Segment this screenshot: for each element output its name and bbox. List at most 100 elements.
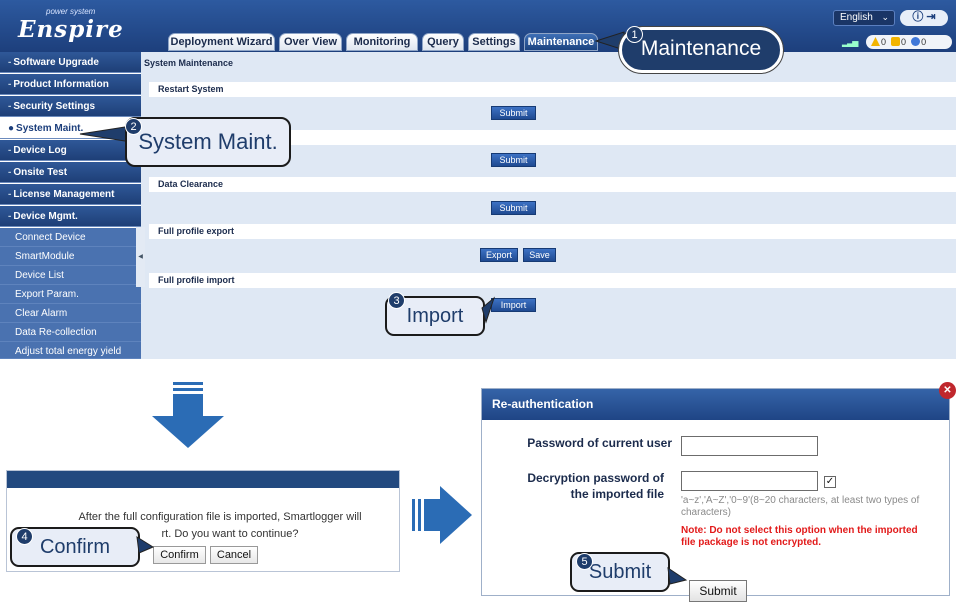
tab-deployment-wizard[interactable]: Deployment Wizard — [168, 33, 275, 51]
sidebar-subitem-data-recollection[interactable]: Data Re-collection — [0, 323, 141, 342]
brand-name: Enspire — [18, 16, 124, 43]
sidebar-item-label: License Management — [13, 189, 115, 200]
clearance-submit-button[interactable]: Submit — [491, 201, 536, 215]
collapse-dash-icon: - — [8, 101, 12, 112]
right-arrow-icon — [412, 486, 472, 544]
callout-text: Confirm — [39, 536, 110, 558]
tab-maintenance[interactable]: Maintenance — [524, 33, 598, 51]
callout-text: Import — [406, 305, 464, 327]
section2-submit-button[interactable]: Submit — [491, 153, 536, 167]
collapse-dash-icon: - — [8, 79, 12, 90]
callout-system-maint: System Maint. — [125, 117, 291, 167]
confirm-message-line1: After the full configuration file is imp… — [78, 511, 362, 523]
sidebar: - Software Upgrade - Product Information -… — [0, 52, 141, 359]
sidebar-subitem-smartmodule[interactable]: SmartModule — [0, 247, 141, 266]
sidebar-item-software-upgrade[interactable]: - Software Upgrade — [0, 52, 141, 73]
decryption-label-line1: Decryption password of — [527, 471, 664, 485]
callout-pointer-5 — [667, 566, 688, 585]
chevron-down-icon: ⌄ — [881, 12, 889, 22]
encryption-note: Note: Do not select this option when the… — [681, 525, 918, 548]
callout-text: Submit — [588, 561, 652, 583]
info-logout-icon[interactable]: ⓘ ⇥ — [912, 11, 935, 23]
language-value: English — [840, 12, 873, 23]
main-content: System Maintenance Restart System Submit… — [141, 52, 956, 359]
sidebar-item-security-settings[interactable]: - Security Settings — [0, 96, 141, 117]
current-password-input[interactable] — [681, 436, 818, 456]
dialog-titlebar — [7, 471, 399, 488]
decryption-label-line2: the imported file — [570, 487, 664, 501]
collapse-dash-icon: - — [8, 145, 12, 156]
minor-alarm-count: 0 — [901, 37, 907, 47]
sidebar-item-label: Software Upgrade — [13, 57, 99, 68]
brand-logo: power system Enspire — [12, 6, 127, 43]
sidebar-subitem-connect-device[interactable]: Connect Device — [0, 228, 141, 247]
close-icon[interactable]: ✕ — [939, 382, 956, 399]
tab-settings[interactable]: Settings — [468, 33, 520, 51]
encrypted-checkbox[interactable]: ✓ — [824, 476, 836, 488]
minor-alarm-icon — [891, 37, 901, 46]
reauth-title: Re-authentication — [482, 389, 949, 420]
step-number-badge: 2 — [125, 118, 142, 135]
sidebar-item-label: Device Log — [13, 145, 67, 156]
sidebar-item-product-information[interactable]: - Product Information — [0, 74, 141, 95]
collapse-dash-icon: - — [8, 57, 12, 68]
current-password-label: Password of current user — [527, 436, 672, 450]
collapse-dash-icon: - — [8, 211, 12, 222]
top-header: power system Enspire English ⌄ ⓘ ⇥ Deplo… — [0, 0, 956, 52]
sidebar-item-onsite-test[interactable]: - Onsite Test — [0, 162, 141, 183]
confirm-button[interactable]: Confirm — [153, 546, 206, 564]
callout-maintenance: Maintenance — [618, 26, 784, 74]
major-alarm-count: 0 — [881, 37, 887, 47]
callout-pointer-3 — [481, 296, 496, 324]
sidebar-item-label: Onsite Test — [13, 167, 68, 178]
restart-submit-button[interactable]: Submit — [491, 106, 536, 120]
sidebar-subitem-adjust-energy-yield[interactable]: Adjust total energy yield — [0, 342, 141, 359]
callout-pointer-4 — [136, 536, 155, 554]
sidebar-item-license-management[interactable]: - License Management — [0, 184, 141, 205]
section-full-profile-import: Full profile import — [149, 273, 956, 288]
warning-alarm-count: 0 — [921, 37, 927, 47]
sidebar-subitem-device-list[interactable]: Device List — [0, 266, 141, 285]
tab-query[interactable]: Query — [422, 33, 464, 51]
step-number-badge: 3 — [388, 292, 405, 309]
callout-text: System Maint. — [138, 129, 278, 154]
warning-alarm-icon — [911, 37, 921, 46]
section-data-clearance: Data Clearance — [149, 177, 956, 192]
major-alarm-icon — [871, 37, 880, 46]
save-button[interactable]: Save — [523, 248, 556, 262]
section-restart-system: Restart System — [149, 82, 956, 97]
page-title: System Maintenance — [144, 58, 234, 68]
reauth-submit-button[interactable]: Submit — [689, 580, 747, 602]
sidebar-item-device-mgmt[interactable]: - Device Mgmt. — [0, 206, 141, 227]
cancel-button[interactable]: Cancel — [210, 546, 258, 564]
decryption-password-label: Decryption password of the imported file — [502, 470, 664, 502]
sidebar-item-label: Device Mgmt. — [13, 211, 78, 222]
sidebar-subitem-export-param[interactable]: Export Param. — [0, 285, 141, 304]
step-number-badge: 5 — [576, 553, 593, 570]
sidebar-item-label: Security Settings — [13, 101, 96, 112]
alarm-counters[interactable]: 0 0 0 — [866, 35, 952, 49]
sidebar-subitem-clear-alarm[interactable]: Clear Alarm — [0, 304, 141, 323]
collapse-dash-icon: - — [8, 189, 12, 200]
step-number-badge: 1 — [626, 26, 643, 43]
sidebar-item-label: System Maint. — [16, 123, 84, 134]
down-arrow-icon — [152, 382, 224, 448]
sidebar-collapse-handle[interactable]: ◀ — [136, 227, 145, 287]
step-number-badge: 4 — [16, 528, 33, 545]
import-button[interactable]: Import — [491, 298, 536, 312]
callout-text: Maintenance — [640, 37, 762, 60]
section-full-profile-export: Full profile export — [149, 224, 956, 239]
tab-overview[interactable]: Over View — [279, 33, 342, 51]
sidebar-item-label: Product Information — [13, 79, 109, 90]
user-actions[interactable]: ⓘ ⇥ — [900, 10, 948, 26]
selected-dot-icon: ● — [8, 123, 15, 134]
signal-icon: ▂▃▅ — [842, 38, 858, 47]
password-hint: 'a~z','A~Z','0~9'(8~20 characters, at le… — [681, 495, 920, 518]
status-area: ▂▃▅ 0 0 0 — [820, 33, 956, 51]
tab-monitoring[interactable]: Monitoring — [346, 33, 418, 51]
collapse-dash-icon: - — [8, 167, 12, 178]
export-button[interactable]: Export — [480, 248, 518, 262]
brand-subtitle: power system — [46, 7, 96, 16]
decryption-password-input[interactable] — [681, 471, 818, 491]
language-select[interactable]: English ⌄ — [833, 10, 895, 26]
